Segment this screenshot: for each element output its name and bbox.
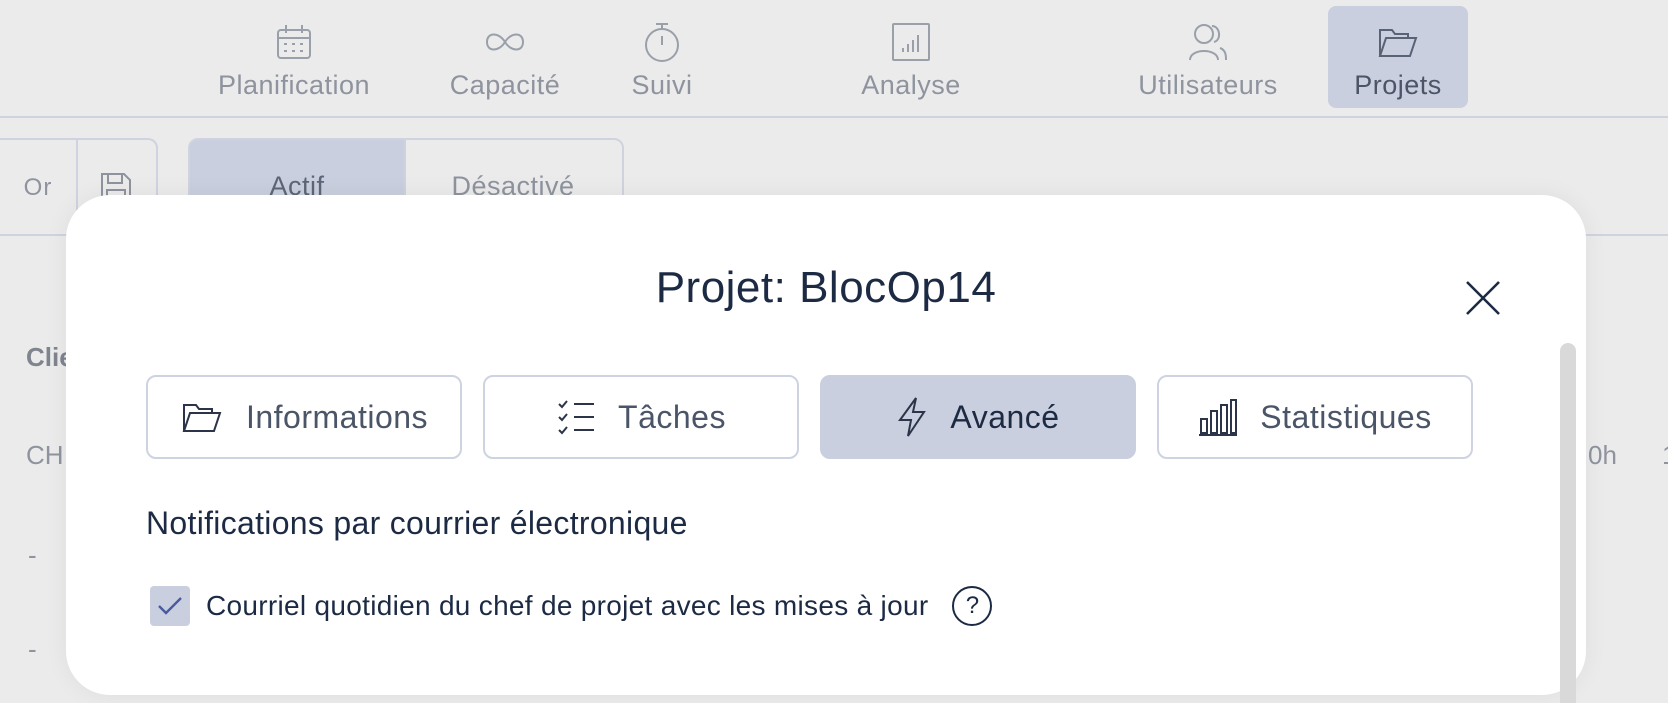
nav-item-projets[interactable]: Projets xyxy=(1328,6,1468,108)
nav-label: Projets xyxy=(1354,70,1442,100)
close-icon xyxy=(1466,281,1500,315)
nav-label: Capacité xyxy=(449,70,561,100)
users-icon xyxy=(1186,20,1230,64)
daily-email-label[interactable]: Courriel quotidien du chef de projet ave… xyxy=(206,590,928,622)
tab-informations[interactable]: Informations xyxy=(146,375,462,459)
task-list-icon xyxy=(558,400,595,435)
nav-label: Suivi xyxy=(631,70,693,100)
table-cell: 0h xyxy=(1588,440,1617,470)
bar-chart-icon xyxy=(1199,399,1238,436)
email-notifications-heading: Notifications par courrier électronique xyxy=(146,505,688,541)
daily-email-checkbox[interactable] xyxy=(150,586,190,626)
nav-item-capacite[interactable]: Capacité xyxy=(440,6,570,108)
bar-chart-icon xyxy=(891,20,931,64)
nav-item-suivi[interactable]: Suivi xyxy=(620,6,704,108)
folder-open-icon xyxy=(182,404,222,432)
tab-taches[interactable]: Tâches xyxy=(483,375,799,459)
modal-tabs: Informations Tâches Avancé Statistiques xyxy=(146,375,1473,459)
folder-open-icon xyxy=(1376,20,1420,64)
table-cell: - xyxy=(28,540,37,570)
table-cell: CH xyxy=(26,440,64,470)
checkmark-icon xyxy=(158,597,182,615)
tab-label: Tâches xyxy=(618,398,726,435)
project-modal: Projet: BlocOp14 Informations Tâches Ava… xyxy=(66,195,1586,703)
table-cell: 1 xyxy=(1662,440,1668,471)
tab-avance[interactable]: Avancé xyxy=(820,375,1136,459)
tab-statistiques[interactable]: Statistiques xyxy=(1157,375,1473,459)
nav-item-analyse[interactable]: Analyse xyxy=(848,6,974,108)
or-toggle[interactable]: Or xyxy=(0,138,78,236)
infinity-icon xyxy=(483,20,527,64)
tab-label: Statistiques xyxy=(1260,398,1432,435)
nav-label: Planification xyxy=(217,70,371,100)
close-button[interactable] xyxy=(1460,275,1506,321)
lightning-icon xyxy=(898,397,927,437)
modal-scrollbar[interactable] xyxy=(1560,343,1576,703)
nav-label: Analyse xyxy=(861,70,961,100)
nav-item-utilisateurs[interactable]: Utilisateurs xyxy=(1124,6,1292,108)
table-cell: - xyxy=(28,634,37,664)
daily-email-option: Courriel quotidien du chef de projet ave… xyxy=(150,586,993,626)
calendar-icon xyxy=(274,20,314,64)
nav-item-planification[interactable]: Planification xyxy=(196,6,392,108)
tab-label: Avancé xyxy=(950,398,1060,435)
tab-label: Informations xyxy=(245,398,429,435)
modal-title: Projet: BlocOp14 xyxy=(655,263,997,312)
help-icon[interactable]: ? xyxy=(952,586,993,626)
top-navigation: Planification Capacité Suivi Analyse Uti… xyxy=(0,0,1668,118)
nav-label: Utilisateurs xyxy=(1138,70,1278,100)
stopwatch-icon xyxy=(642,20,682,64)
